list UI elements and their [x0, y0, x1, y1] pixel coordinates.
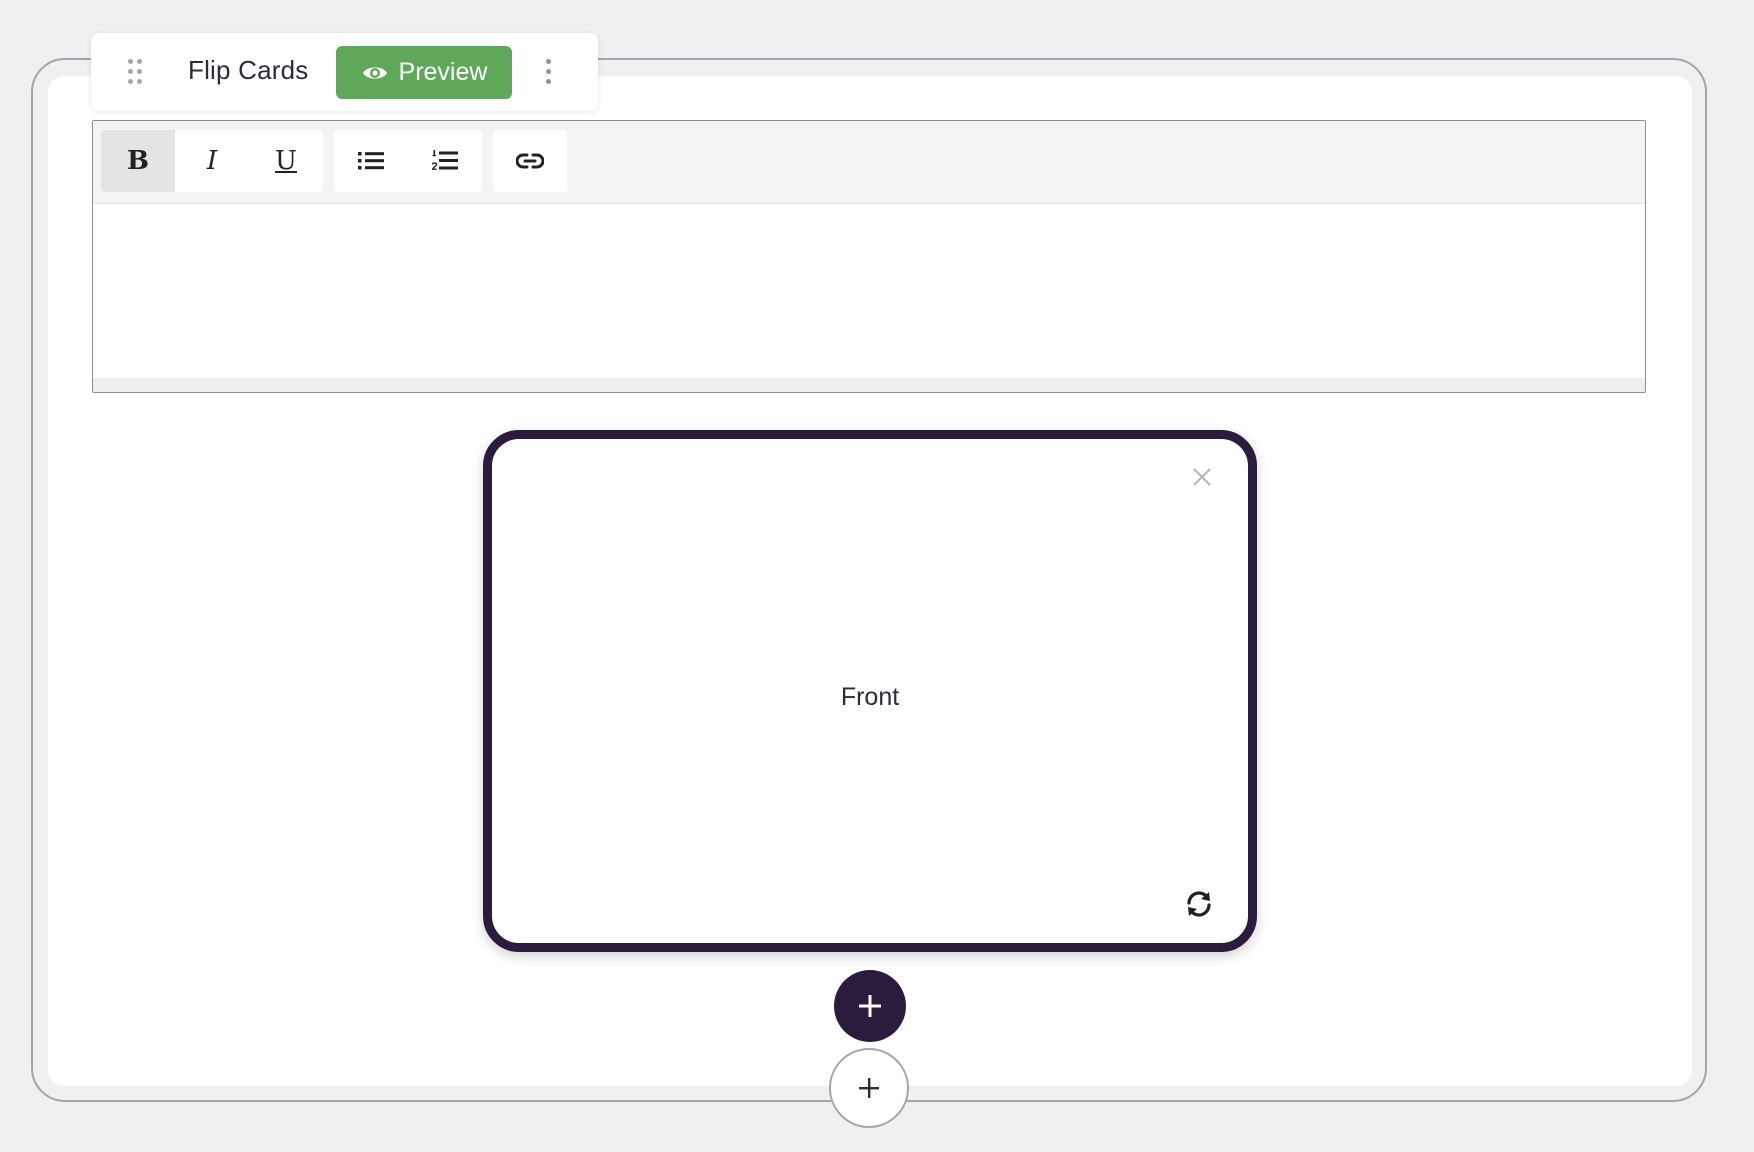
- underline-icon: U: [275, 146, 297, 176]
- italic-icon: I: [206, 146, 218, 176]
- numbered-list-button[interactable]: [408, 130, 482, 192]
- plus-icon: [859, 1078, 879, 1098]
- close-icon[interactable]: [1190, 465, 1214, 489]
- more-options-icon[interactable]: [542, 57, 556, 87]
- flip-card[interactable]: Front: [483, 430, 1257, 952]
- flip-cards-editor-page: Flip Cards Preview B I U Front: [0, 0, 1754, 1152]
- link-button[interactable]: [493, 130, 567, 192]
- editor-status-bar: [93, 378, 1645, 392]
- plus-icon: [859, 995, 881, 1017]
- underline-button[interactable]: U: [249, 130, 323, 192]
- list-format-group: [334, 130, 482, 192]
- add-block-button[interactable]: [829, 1048, 909, 1128]
- refresh-icon[interactable]: [1184, 889, 1214, 919]
- eye-icon: [362, 66, 387, 79]
- preview-button[interactable]: Preview: [336, 46, 512, 99]
- link-icon: [516, 153, 544, 169]
- italic-button[interactable]: I: [175, 130, 249, 192]
- editor-text-area[interactable]: [93, 204, 1645, 379]
- editor-toolbar: B I U: [93, 121, 1645, 204]
- drag-handle-icon[interactable]: [127, 57, 145, 87]
- bulleted-list-icon: [358, 152, 384, 170]
- link-group: [493, 130, 567, 192]
- text-format-group: B I U: [101, 130, 323, 192]
- add-card-button[interactable]: [834, 970, 906, 1042]
- block-toolbar: Flip Cards Preview: [91, 33, 598, 111]
- bulleted-list-button[interactable]: [334, 130, 408, 192]
- bold-icon: B: [127, 146, 149, 176]
- numbered-list-icon: [432, 150, 458, 170]
- block-title: Flip Cards: [188, 55, 309, 85]
- card-face-label: Front: [840, 683, 900, 711]
- bold-button[interactable]: B: [101, 130, 175, 192]
- rich-text-editor: B I U: [92, 120, 1646, 393]
- preview-button-label: Preview: [398, 58, 488, 86]
